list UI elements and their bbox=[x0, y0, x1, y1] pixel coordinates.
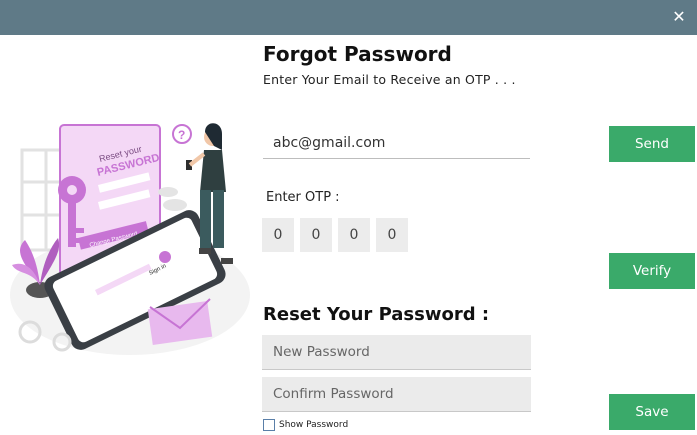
email-field[interactable] bbox=[263, 127, 530, 159]
confirm-password-field[interactable]: Confirm Password bbox=[262, 377, 531, 412]
new-password-field[interactable]: New Password bbox=[262, 335, 531, 370]
reset-password-title: Reset Your Password : bbox=[263, 304, 490, 325]
otp-digit-1[interactable]: 0 bbox=[262, 218, 294, 252]
title-bar: ✕ bbox=[0, 0, 697, 35]
show-password-checkbox[interactable] bbox=[263, 419, 275, 431]
show-password-label: Show Password bbox=[279, 420, 349, 430]
page-subtitle: Enter Your Email to Receive an OTP . . . bbox=[263, 72, 516, 87]
show-password-toggle[interactable]: Show Password bbox=[263, 419, 348, 431]
otp-digit-3[interactable]: 0 bbox=[338, 218, 370, 252]
close-icon[interactable]: ✕ bbox=[669, 7, 689, 27]
small-plant bbox=[158, 187, 187, 211]
svg-text:?: ? bbox=[178, 128, 185, 142]
reset-password-illustration: Reset your PASSWORD Change Password Sign… bbox=[10, 123, 250, 355]
verify-button[interactable]: Verify bbox=[609, 253, 695, 289]
otp-digit-2[interactable]: 0 bbox=[300, 218, 332, 252]
save-button[interactable]: Save bbox=[609, 394, 695, 430]
page-title: Forgot Password bbox=[263, 42, 452, 66]
otp-digit-4[interactable]: 0 bbox=[376, 218, 408, 252]
question-icon: ? bbox=[172, 124, 192, 144]
send-button[interactable]: Send bbox=[609, 126, 695, 162]
otp-label: Enter OTP : bbox=[266, 190, 340, 205]
